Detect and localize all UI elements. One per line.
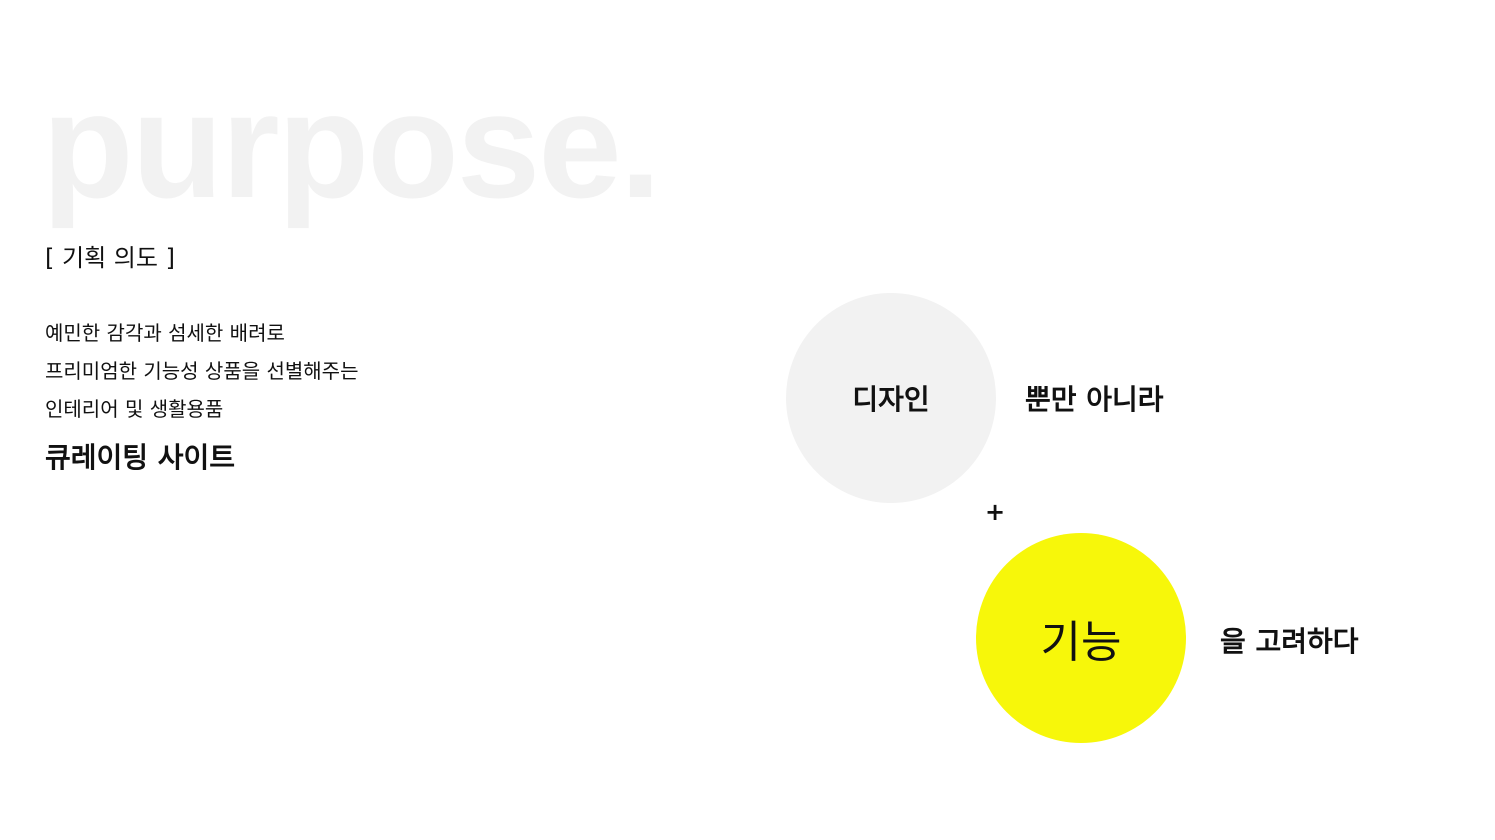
function-circle-label: 기능 [1040,617,1122,668]
function-suffix-text: 을 고려하다 [1220,625,1359,658]
design-suffix-text: 뿐만 아니라 [1025,383,1164,416]
description-line: 프리미엄한 기능성 상품을 선별해주는 [45,359,359,383]
plus-connector: + [985,498,1006,526]
description: 예민한 감각과 섬세한 배려로 프리미엄한 기능성 상품을 선별해주는 인테리어… [45,314,358,428]
design-circle-label: 디자인 [852,383,930,416]
design-circle: 디자인 [786,293,996,503]
description-line: 인테리어 및 생활용품 [45,397,224,421]
background-title-word: purpose. [42,61,661,229]
headline: 큐레이팅 사이트 [45,441,236,474]
section-label: [ 기획 의도 ] [45,244,175,272]
description-line: 예민한 감각과 섬세한 배려로 [45,321,285,345]
function-circle: 기능 [976,533,1186,743]
